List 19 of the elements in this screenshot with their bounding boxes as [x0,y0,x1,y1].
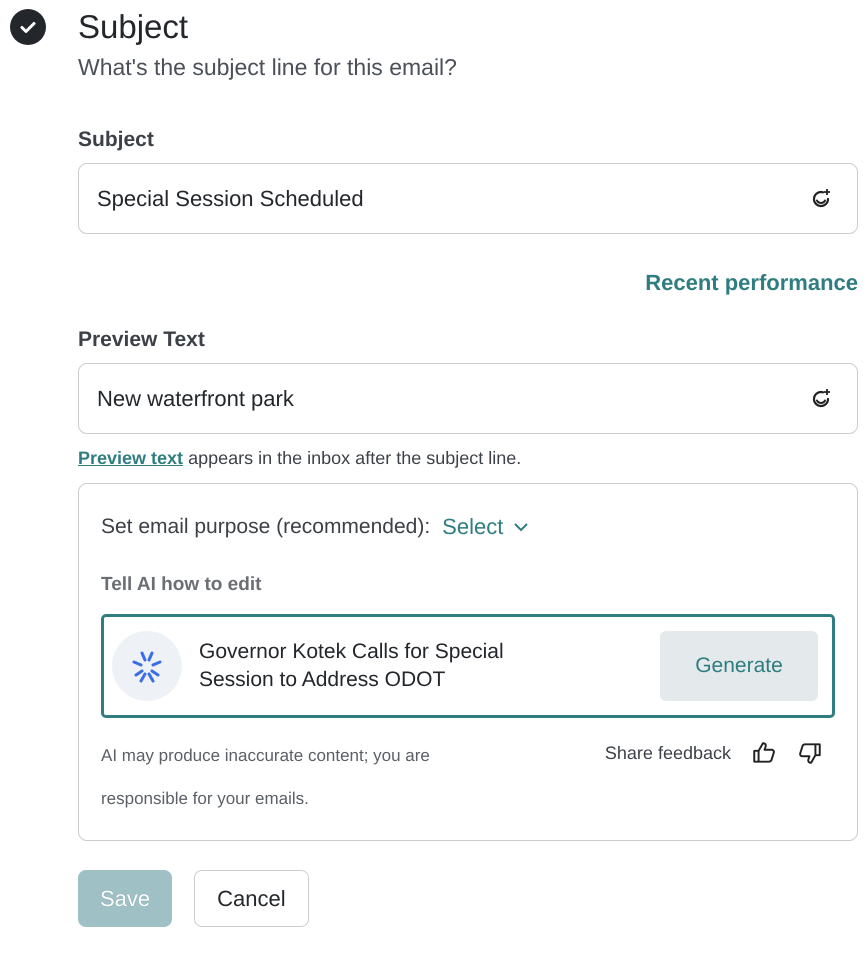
prompt-field[interactable]: Governor Kotek Calls for Special Session to Address ODOT Generate [101,614,835,718]
preview-text-link[interactable]: Preview text [78,448,184,468]
text-field[interactable]: New waterfront park [78,363,858,434]
sparkle-icon [112,631,182,701]
recent-performance-link[interactable]: Recent performance [645,268,858,298]
step-subtitle: What's the subject line for this email? [78,53,457,82]
purpose-label: Set email purpose (recommended): [101,515,430,539]
field-label: Preview Text [78,327,206,353]
edit-label: Tell AI how to edit [101,574,262,596]
help-text: Preview text appears in the inbox after the subject line. [78,447,522,470]
step-title: Subject [78,8,190,46]
cancel-button[interactable]: Cancel [194,870,309,927]
feedback-label: Share feedback [604,742,731,764]
generate-button[interactable]: Generate [660,631,818,701]
purpose-dropdown[interactable]: Select [442,514,530,540]
text-field[interactable]: Special Session Scheduled [78,163,858,234]
chevron-icon [513,522,530,532]
disclaimer-text: AI may produce inaccurate content; you are responsible for your emails. [101,745,431,810]
field-label: Subject [78,127,155,153]
